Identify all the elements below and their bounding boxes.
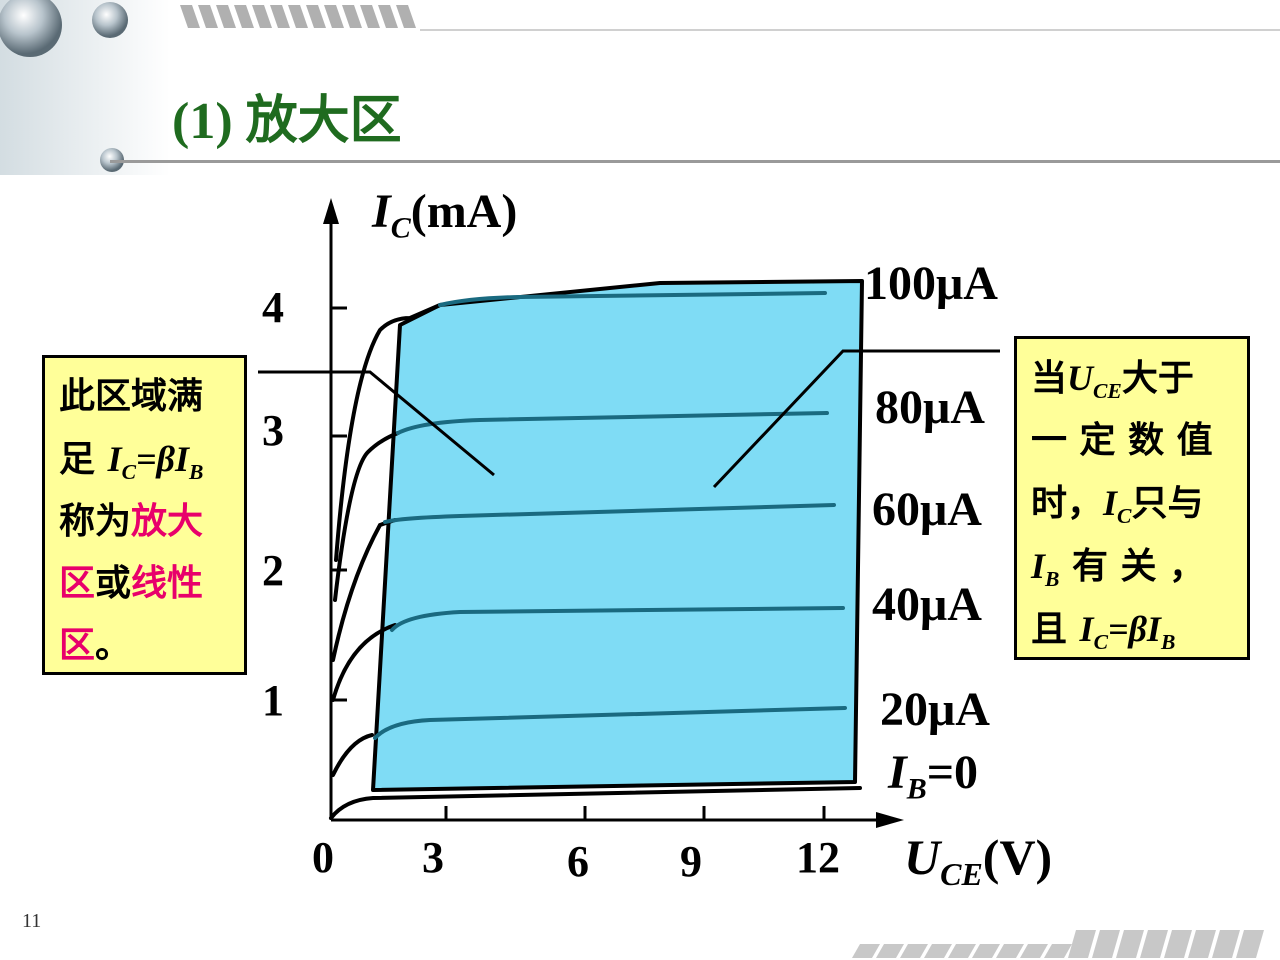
right-note: 当UCE大于 一 定 数 值 时，IC只与 IB 有 关 ， 且 IC=βIB (1014, 336, 1250, 660)
curve-ib-20-rise (331, 733, 374, 777)
x-axis-unit: (V) (982, 829, 1053, 885)
left-note-line1: 此区域满 (59, 376, 204, 417)
label-ib-80: 80μA (875, 381, 985, 434)
right-note-line2: 一 定 数 值 (1031, 420, 1213, 461)
x-axis-var: U (904, 829, 941, 885)
x-tick-12: 12 (796, 833, 840, 882)
y-tick-2: 2 (262, 546, 284, 595)
x-tick-9: 9 (680, 837, 702, 886)
label-ib-100: 100μA (864, 257, 998, 310)
x-axis-label: UCE(V) (904, 828, 1052, 893)
y-axis-label: IC(mA) (372, 184, 517, 246)
x-axis-sub: CE (940, 856, 983, 892)
left-note-line3: 称为放大 (59, 501, 204, 542)
y-axis-arrow (323, 198, 339, 224)
ib0-var: I (888, 746, 907, 799)
y-tick-4: 4 (262, 283, 284, 332)
right-note-line5: 且 IC=βIB (1031, 609, 1176, 655)
right-note-line4: IB 有 关 ， (1031, 546, 1206, 592)
x-tick-3: 3 (422, 833, 444, 882)
y-tick-1: 1 (262, 676, 284, 725)
label-ib-20: 20μA (880, 683, 990, 736)
right-note-line3: 时，IC只与 (1031, 483, 1204, 529)
left-note: 此区域满 足 IC=βIB 称为放大 区或线性 区。 (42, 355, 247, 675)
x-tick-6: 6 (567, 837, 589, 886)
curve-ib-0 (329, 786, 862, 820)
ib0-value: =0 (926, 746, 979, 799)
right-note-line1: 当UCE大于 (1031, 358, 1194, 404)
label-ib-60: 60μA (872, 483, 982, 536)
y-axis-var: I (372, 185, 391, 238)
y-axis-sub: C (390, 211, 411, 245)
y-axis-unit: (mA) (410, 185, 518, 238)
label-ib-0: IB=0 (888, 745, 978, 807)
x-axis-arrow (876, 812, 904, 828)
x-origin-label: 0 (312, 833, 334, 882)
left-note-line5: 区。 (59, 625, 132, 666)
ib0-sub: B (906, 772, 927, 806)
left-note-line2: 足 IC=βIB (59, 439, 204, 485)
slide-number: 11 (22, 910, 42, 932)
label-ib-40: 40μA (872, 578, 982, 631)
y-tick-3: 3 (262, 406, 284, 455)
left-note-line4: 区或线性 (59, 563, 204, 604)
